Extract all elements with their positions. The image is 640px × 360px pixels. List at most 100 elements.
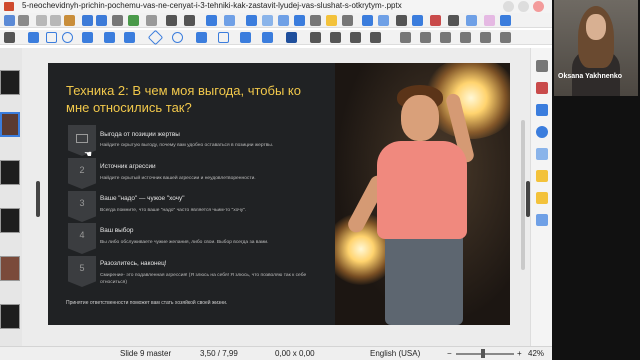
- photo-face: [401, 95, 439, 141]
- step-heading: Ваше "надо" — чужое "хочу": [100, 195, 185, 202]
- text-style-icon[interactable]: [184, 15, 195, 26]
- slide-thumbnail[interactable]: [0, 160, 20, 185]
- pane-collapse-handle[interactable]: [36, 181, 40, 217]
- rectangle-icon[interactable]: [46, 32, 57, 43]
- zoom-in-button[interactable]: +: [517, 349, 522, 358]
- distribute-icon[interactable]: [440, 32, 451, 43]
- smiley-icon[interactable]: [172, 32, 183, 43]
- minimize-button[interactable]: [503, 1, 514, 12]
- arrange-icon[interactable]: [420, 32, 431, 43]
- navigator-icon[interactable]: [536, 126, 548, 138]
- connector-icon[interactable]: [124, 32, 135, 43]
- image-icon[interactable]: [278, 15, 289, 26]
- annotation-icon[interactable]: [484, 15, 495, 26]
- copy-icon[interactable]: [50, 15, 61, 26]
- master-slide-icon[interactable]: [466, 15, 477, 26]
- filter-icon[interactable]: [500, 32, 511, 43]
- slide-footer-note: Принятие ответственности поможет вам ста…: [66, 300, 228, 306]
- slide-thumbnail[interactable]: [0, 304, 20, 329]
- display-views-icon[interactable]: [448, 15, 459, 26]
- table-icon[interactable]: [262, 15, 273, 26]
- zoom-slider-handle[interactable]: [481, 349, 485, 358]
- title-bar: 5-neochevidnyh-prichin-pochemu-vas-ne-ce…: [0, 0, 552, 13]
- maximize-button[interactable]: [518, 1, 529, 12]
- document-title: 5-neochevidnyh-prichin-pochemu-vas-ne-ce…: [22, 1, 402, 10]
- shapes-icon[interactable]: [536, 214, 548, 226]
- block-arrow-icon[interactable]: [196, 32, 207, 43]
- toggle-extrusion-icon[interactable]: [370, 32, 381, 43]
- properties-icon[interactable]: [536, 60, 548, 72]
- master-slides-icon[interactable]: [536, 192, 548, 204]
- status-bar: Slide 9 master 3,50 / 7,99 0,00 x 0,00 E…: [0, 346, 552, 360]
- undo-icon[interactable]: [82, 15, 93, 26]
- 3d-object-icon[interactable]: [286, 32, 297, 43]
- impress-app-icon: [4, 2, 14, 11]
- slide-title: Техника 2: В чем моя выгода, чтобы ко мн…: [66, 83, 301, 115]
- star-icon[interactable]: [262, 32, 273, 43]
- ellipse-icon[interactable]: [62, 32, 73, 43]
- new-slide-icon[interactable]: [224, 15, 235, 26]
- step-description: Всегда помните, что ваше "надо" часто яв…: [100, 208, 247, 213]
- line-icon[interactable]: [28, 32, 39, 43]
- zoom-slider[interactable]: [456, 353, 514, 355]
- chart-icon: [76, 134, 88, 143]
- spellcheck-icon[interactable]: [128, 15, 139, 26]
- slide-thumbnail-active[interactable]: [0, 112, 20, 137]
- hand-cursor-icon: ☚: [84, 149, 93, 159]
- vertical-scrollbar[interactable]: [521, 120, 525, 270]
- select-icon[interactable]: [4, 32, 15, 43]
- cut-icon[interactable]: [36, 15, 47, 26]
- clone-format-icon[interactable]: [166, 15, 177, 26]
- chart-icon[interactable]: [294, 15, 305, 26]
- styles-icon[interactable]: [536, 82, 548, 94]
- record-icon[interactable]: [430, 15, 441, 26]
- grid-icon[interactable]: [146, 15, 157, 26]
- step-number: 4: [79, 230, 85, 240]
- fontwork-icon[interactable]: [326, 15, 337, 26]
- paste-icon[interactable]: [64, 15, 75, 26]
- close-button[interactable]: [533, 1, 544, 12]
- video-icon[interactable]: [362, 15, 373, 26]
- redo-icon[interactable]: [96, 15, 107, 26]
- slide-thumbnail[interactable]: [0, 208, 20, 233]
- gallery-icon[interactable]: [536, 104, 548, 116]
- slide-photo[interactable]: [335, 63, 510, 325]
- points-icon[interactable]: [350, 32, 361, 43]
- text-icon[interactable]: [310, 15, 321, 26]
- rotate-icon[interactable]: [310, 32, 321, 43]
- right-sidebar: [530, 48, 552, 346]
- text-box-icon[interactable]: [246, 15, 257, 26]
- align-icon[interactable]: [400, 32, 411, 43]
- crop-icon[interactable]: [480, 32, 491, 43]
- zoom-out-button[interactable]: −: [447, 349, 452, 358]
- shadow-icon[interactable]: [460, 32, 471, 43]
- webcam-video: Oksana Yakhnenko: [554, 0, 638, 96]
- animation-icon[interactable]: [536, 170, 548, 182]
- flip-icon[interactable]: [330, 32, 341, 43]
- photo-jeans: [385, 233, 463, 325]
- zoom-level[interactable]: 42%: [528, 349, 544, 358]
- special-character-icon[interactable]: [342, 15, 353, 26]
- find-icon[interactable]: [112, 15, 123, 26]
- hyperlink-icon[interactable]: [378, 15, 389, 26]
- arrow-icon[interactable]: [82, 32, 93, 43]
- start-show-icon[interactable]: [412, 15, 423, 26]
- slide-layout-icon[interactable]: [206, 15, 217, 26]
- curve-icon[interactable]: [104, 32, 115, 43]
- presenter-face: [586, 14, 606, 40]
- flowchart-icon[interactable]: [218, 32, 229, 43]
- diamond-icon[interactable]: [147, 29, 164, 46]
- navigator-icon[interactable]: [500, 15, 511, 26]
- step-description: Смирение- это подавленная агрессия! (Я з…: [100, 273, 307, 285]
- step-description: Вы либо обслуживаете чужие желания, либо…: [100, 240, 269, 245]
- save-icon[interactable]: [4, 15, 15, 26]
- current-slide[interactable]: Техника 2: В чем моя выгода, чтобы ко мн…: [48, 63, 510, 325]
- presentation-icon[interactable]: [396, 15, 407, 26]
- callout-icon[interactable]: [240, 32, 251, 43]
- print-icon[interactable]: [18, 15, 29, 26]
- slide-transition-icon[interactable]: [536, 148, 548, 160]
- slide-thumbnail[interactable]: [0, 70, 20, 95]
- slide-thumbnail[interactable]: [0, 256, 20, 281]
- step-heading: Источник агрессии: [100, 163, 156, 170]
- language-indicator[interactable]: English (USA): [370, 349, 420, 358]
